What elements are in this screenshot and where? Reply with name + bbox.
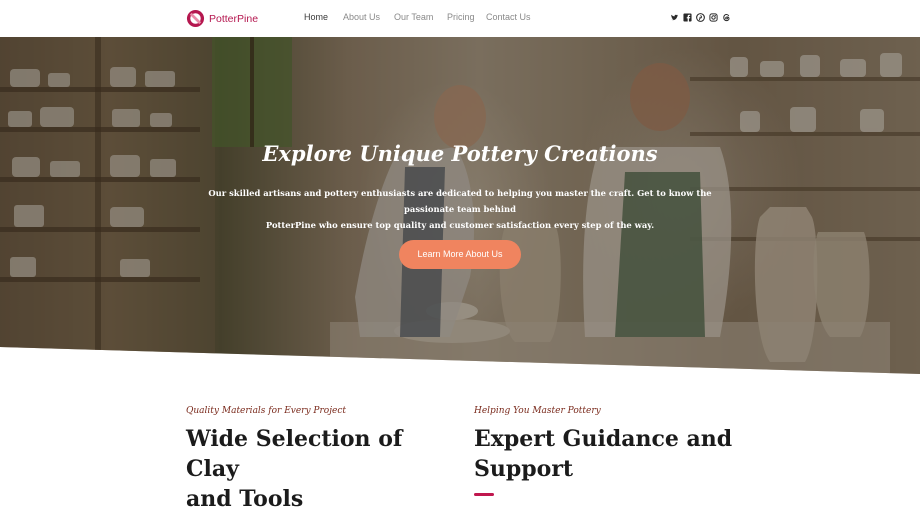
hero-section: Explore Unique Pottery Creations Our ski… [0,37,920,374]
brand-name: PotterPine [209,12,259,25]
feature-heading-line-1: Expert Guidance and [474,426,733,452]
learn-more-button[interactable]: Learn More About Us [399,240,521,269]
feature-heading-line-2: Support [474,456,574,482]
nav-our-team[interactable]: Our Team [394,12,447,22]
feature-heading: Expert Guidance and Support [474,424,744,484]
feature-kicker: Helping You Master Pottery [474,406,601,416]
hero-subtitle: Our skilled artisans and pottery enthusi… [195,185,725,233]
hero-subtitle-line-2: PotterPine who ensure top quality and cu… [265,220,655,230]
site-header: PotterPine Home About Us Our Team Pricin… [0,0,920,37]
nav-contact-us[interactable]: Contact Us [486,12,536,22]
facebook-icon[interactable] [683,13,693,23]
feature-expert-guidance: Helping You Master Pottery Expert Guidan… [474,406,744,496]
threads-icon[interactable] [722,13,732,23]
feature-heading-line-2: and Tools [186,486,304,512]
nav-about-us[interactable]: About Us [343,12,394,22]
hero-subtitle-line-1: Our skilled artisans and pottery enthusi… [208,188,712,214]
feature-heading-line-1: Wide Selection of Clay [186,426,403,482]
brand[interactable]: PotterPine [186,9,258,28]
social-links [670,13,732,23]
accent-divider [474,493,494,496]
pottery-logo-icon [186,9,205,28]
feature-heading: Wide Selection of Clay and Tools [186,424,456,514]
hero-title: Explore Unique Pottery Creations [262,141,658,166]
instagram-icon[interactable] [709,13,719,23]
feature-clay-tools: Quality Materials for Every Project Wide… [186,406,456,514]
twitter-icon[interactable] [670,13,680,23]
main-nav: Home About Us Our Team Pricing Contact U… [304,12,536,22]
nav-pricing[interactable]: Pricing [447,12,486,22]
nav-home[interactable]: Home [304,12,343,22]
pinterest-icon[interactable] [696,13,706,23]
feature-kicker: Quality Materials for Every Project [186,406,346,416]
